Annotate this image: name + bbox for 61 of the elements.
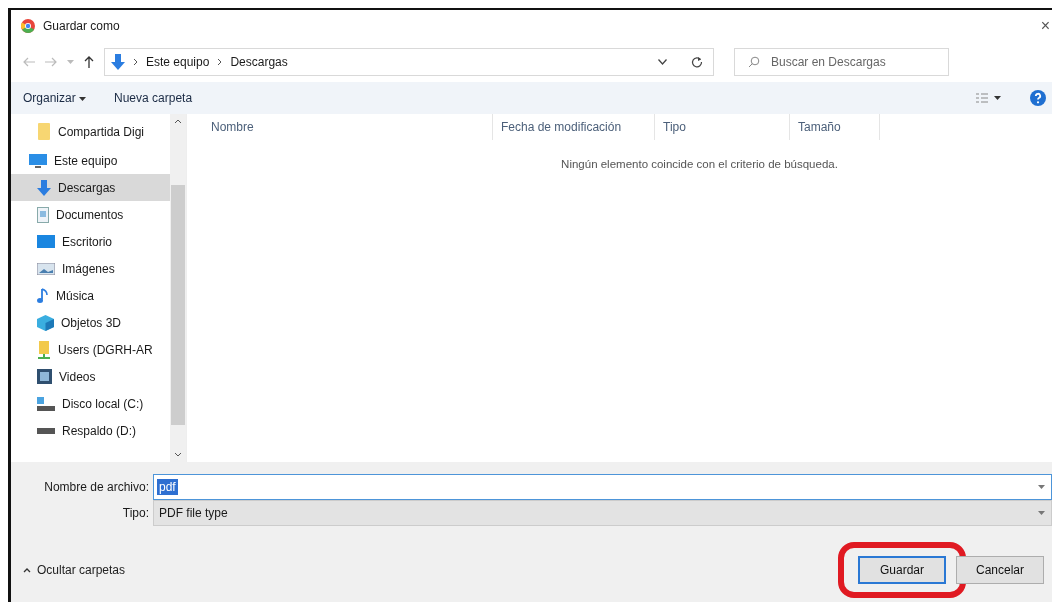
sidebar-item[interactable]: Imágenes — [11, 255, 170, 282]
sidebar-item[interactable]: Compartida Digi — [11, 118, 170, 145]
chevron-up-icon — [23, 567, 31, 573]
window-title: Guardar como — [43, 19, 120, 33]
field-label: Tipo: — [121, 506, 150, 520]
column-header[interactable]: Tipo — [655, 114, 790, 140]
dropdown-icon[interactable] — [658, 59, 667, 65]
download-icon — [37, 179, 51, 196]
breadcrumb[interactable]: Este equipo — [146, 55, 210, 69]
dialog-button[interactable]: Cancelar — [956, 556, 1044, 584]
column-header[interactable]: Fecha de modificación — [493, 114, 655, 140]
help-icon[interactable] — [1030, 90, 1046, 106]
close-button[interactable]: × — [1040, 17, 1052, 35]
refresh-icon[interactable] — [691, 56, 703, 68]
caret-icon — [79, 97, 87, 102]
sidebar-item[interactable]: Disco local (C:) — [11, 390, 170, 417]
breadcrumb[interactable]: Descargas — [230, 55, 288, 69]
empty-message: Ningún elemento coincide con el criterio de búsqueda. — [561, 158, 838, 170]
sidebar-item[interactable]: Música — [11, 282, 170, 309]
chevron-icon — [217, 58, 223, 66]
monitor-icon — [29, 153, 47, 168]
sidebar-item[interactable]: Este equipo — [11, 147, 170, 174]
column-header[interactable]: Tamaño — [790, 114, 880, 140]
cube-icon — [37, 314, 54, 331]
sidebar-item[interactable]: Escritorio — [11, 228, 170, 255]
browser-logo-icon — [21, 19, 35, 33]
view-options-icon[interactable] — [976, 93, 1002, 103]
organize-menu[interactable]: Organizar — [23, 91, 87, 105]
folder-icon — [37, 123, 51, 140]
scroll-up-icon[interactable] — [174, 119, 182, 124]
document-icon — [37, 206, 49, 223]
scrollbar[interactable] — [170, 114, 186, 462]
sidebar-item[interactable]: Objetos 3D — [11, 309, 170, 336]
dialog-button[interactable]: Guardar — [858, 556, 946, 584]
search-field[interactable]: Buscar en Descargas — [734, 48, 949, 76]
network-folder-icon — [37, 340, 51, 359]
filename-field[interactable]: pdf — [153, 474, 1052, 500]
sidebar-item[interactable]: Videos — [11, 363, 170, 390]
sidebar-item[interactable]: Users (DGRH-AR — [11, 336, 170, 363]
download-icon — [111, 54, 125, 70]
film-icon — [37, 369, 52, 384]
sidebar-item[interactable]: Descargas — [11, 174, 170, 201]
music-note-icon — [37, 287, 49, 304]
scroll-thumb[interactable] — [171, 185, 185, 425]
scroll-down-icon[interactable] — [174, 452, 182, 457]
image-icon — [37, 262, 55, 275]
column-header[interactable]: Nombre — [203, 114, 493, 140]
dropdown-icon[interactable] — [1038, 484, 1045, 490]
search-icon — [748, 56, 760, 68]
address-bar[interactable]: Este equipo Descargas — [104, 48, 714, 76]
up-arrow-icon[interactable] — [84, 56, 94, 68]
drive-icon — [37, 427, 55, 434]
new-folder-button[interactable]: Nueva carpeta — [114, 91, 193, 105]
hide-folders-button[interactable]: Ocultar carpetas — [23, 563, 126, 577]
chevron-icon — [133, 58, 138, 66]
hard-drive-icon — [37, 396, 55, 411]
desktop-icon — [37, 235, 55, 248]
file-type-dropdown[interactable]: PDF file type — [153, 500, 1052, 526]
field-label: Nombre de archivo: — [43, 480, 150, 494]
sidebar-item[interactable]: Documentos — [11, 201, 170, 228]
sidebar-item[interactable]: Respaldo (D:) — [11, 417, 170, 444]
